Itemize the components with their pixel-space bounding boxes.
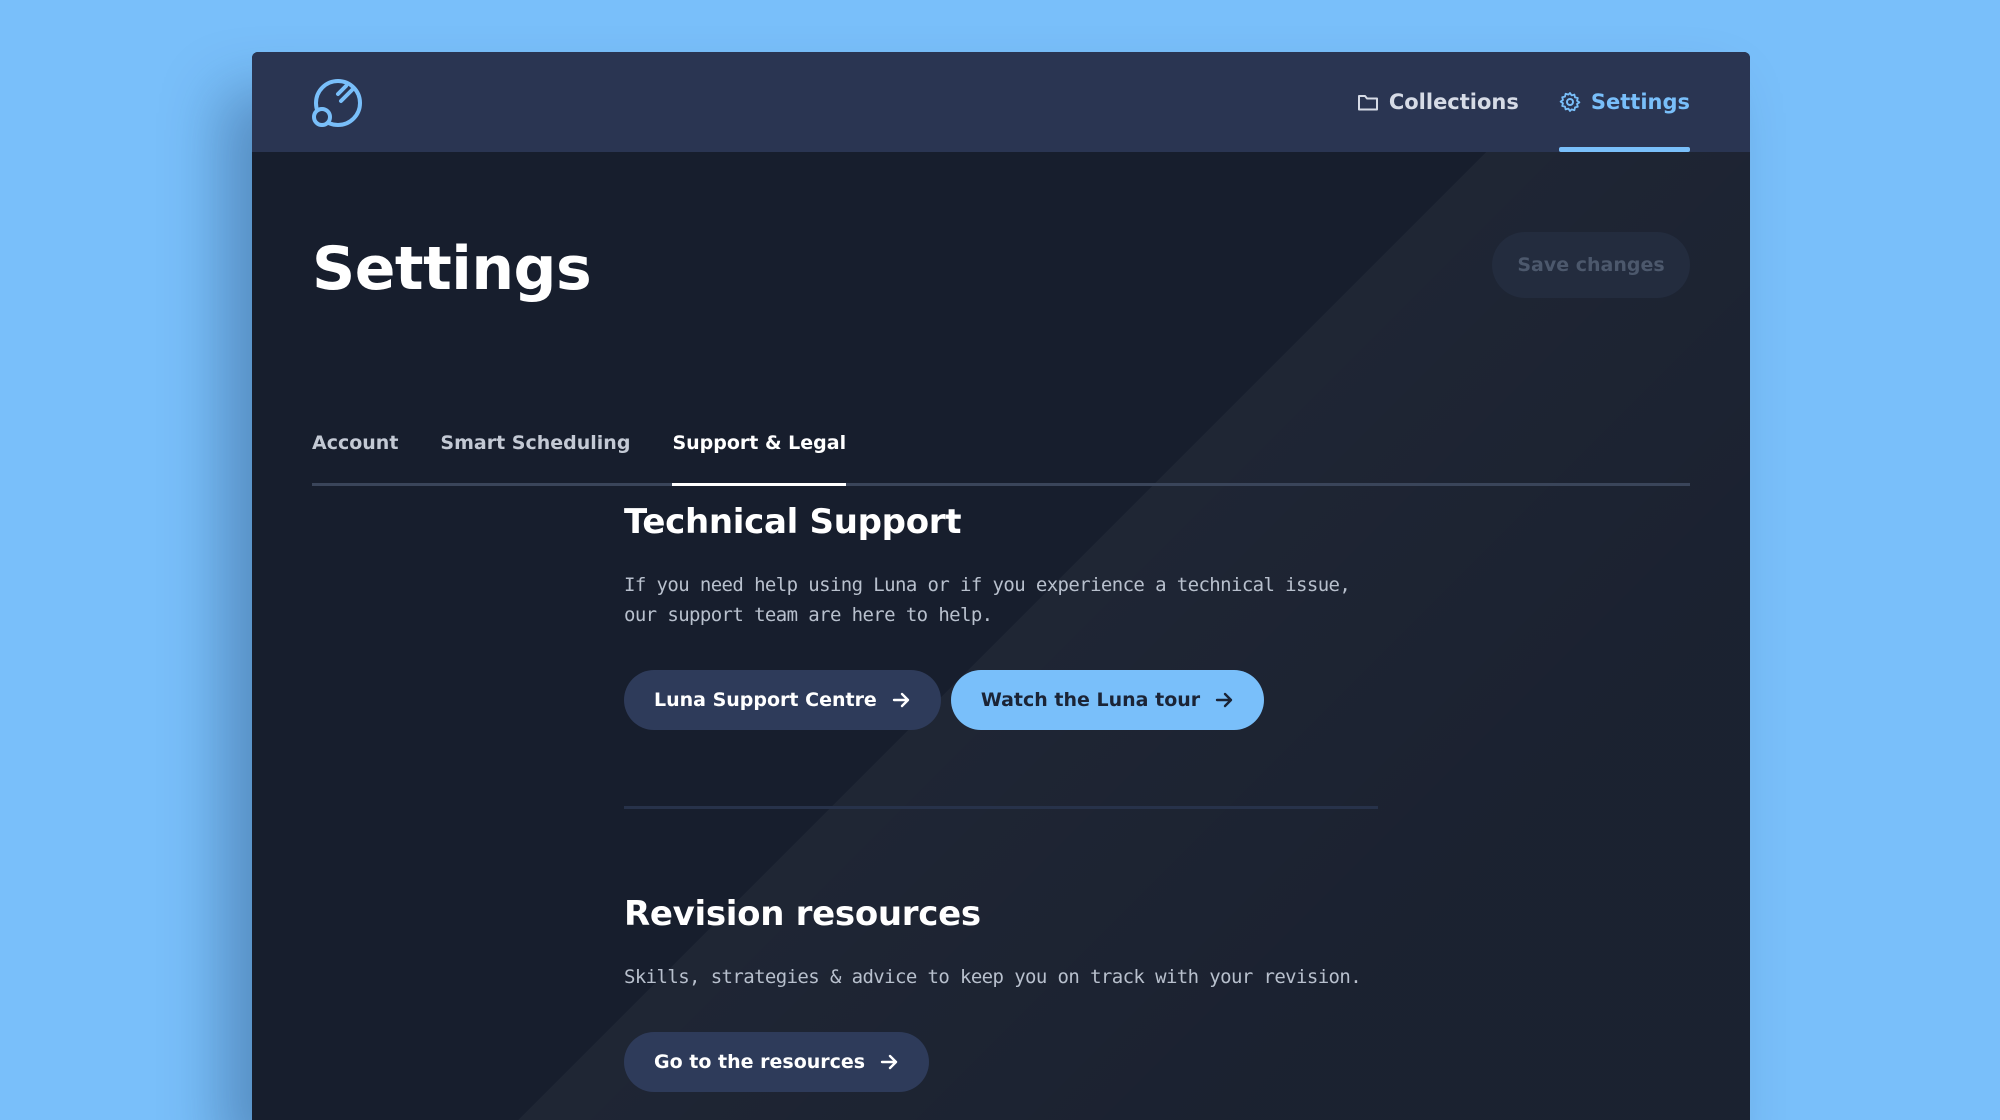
button-label: Luna Support Centre (654, 689, 877, 711)
watch-tour-button[interactable]: Watch the Luna tour (950, 670, 1265, 730)
go-to-resources-button[interactable]: Go to the resources (624, 1032, 930, 1092)
tab-smart-scheduling[interactable]: Smart Scheduling (440, 420, 630, 483)
tab-support-legal[interactable]: Support & Legal (672, 420, 846, 486)
section-title: Technical Support (624, 502, 962, 542)
luna-logo-icon[interactable] (310, 76, 364, 130)
arrow-right-icon (880, 1054, 898, 1070)
gear-icon (1559, 92, 1581, 112)
section-divider (624, 806, 1378, 809)
app-window: Collections Settings Settings Save chang… (252, 52, 1750, 1120)
section-description: Skills, strategies & advice to keep you … (624, 966, 1362, 988)
nav-item-label: Settings (1590, 90, 1690, 114)
nav-item-settings[interactable]: Settings (1558, 52, 1691, 152)
button-row: Go to the resources (624, 1032, 1384, 1092)
support-centre-button[interactable]: Luna Support Centre (624, 670, 941, 730)
technical-support-section: Technical Support If you need help using… (624, 502, 1384, 730)
section-description: If you need help using Luna or if you ex… (624, 574, 1351, 626)
revision-resources-section: Revision resources Skills, strategies & … (624, 894, 1384, 1092)
folder-icon (1357, 95, 1378, 111)
save-changes-button[interactable]: Save changes (1492, 232, 1690, 298)
nav-item-collections[interactable]: Collections (1357, 52, 1519, 152)
button-label: Watch the Luna tour (980, 689, 1201, 711)
section-title: Revision resources (624, 894, 981, 934)
arrow-right-icon (892, 692, 910, 708)
main-nav: Collections Settings (1357, 52, 1691, 152)
button-label: Go to the resources (654, 1051, 866, 1073)
tab-account[interactable]: Account (312, 420, 398, 483)
button-row: Luna Support Centre Watch the Luna tour (624, 670, 1384, 730)
settings-tabs: Account Smart Scheduling Support & Legal (312, 420, 1690, 486)
page-title: Settings (312, 234, 592, 304)
arrow-right-icon (1215, 692, 1233, 708)
top-navigation-bar: Collections Settings (252, 52, 1750, 152)
nav-item-label: Collections (1388, 90, 1519, 114)
